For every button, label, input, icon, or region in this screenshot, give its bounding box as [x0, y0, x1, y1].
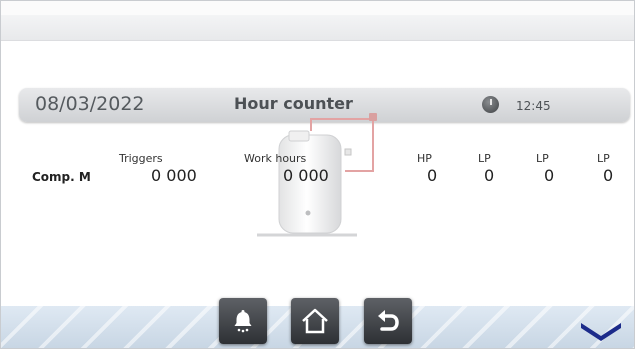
- header-hp: HP: [417, 152, 432, 165]
- back-arrow-icon: [378, 310, 399, 331]
- header-lp-1: LP: [478, 152, 491, 165]
- time-display: 12:45: [516, 99, 551, 113]
- value-work-hours: 0 000: [283, 166, 329, 185]
- header-lp-3: LP: [597, 152, 610, 165]
- header-lp-2: LP: [536, 152, 549, 165]
- home-icon: [302, 308, 328, 334]
- clock-icon: [482, 96, 499, 113]
- value-lp-3: 0: [603, 166, 614, 185]
- back-button[interactable]: [364, 298, 412, 344]
- value-lp-2: 0: [544, 166, 555, 185]
- header-strip: [1, 15, 634, 41]
- row-label-comp-m: Comp. M: [32, 170, 91, 184]
- home-button[interactable]: [291, 298, 339, 344]
- hmi-screen: 08/03/2022 Hour counter 12:45 Triggers W…: [0, 0, 635, 349]
- header-work-hours: Work hours: [244, 152, 307, 165]
- value-hp: 0: [427, 166, 438, 185]
- top-band: [1, 1, 634, 15]
- chevron-down-icon: [581, 323, 621, 341]
- header-triggers: Triggers: [119, 152, 163, 165]
- value-lp-1: 0: [484, 166, 495, 185]
- value-triggers: 0 000: [151, 166, 197, 185]
- date-display: 08/03/2022: [35, 93, 145, 115]
- alarm-bell-icon: [234, 310, 252, 333]
- alarm-button[interactable]: [219, 298, 267, 344]
- scroll-down-button[interactable]: [579, 319, 623, 341]
